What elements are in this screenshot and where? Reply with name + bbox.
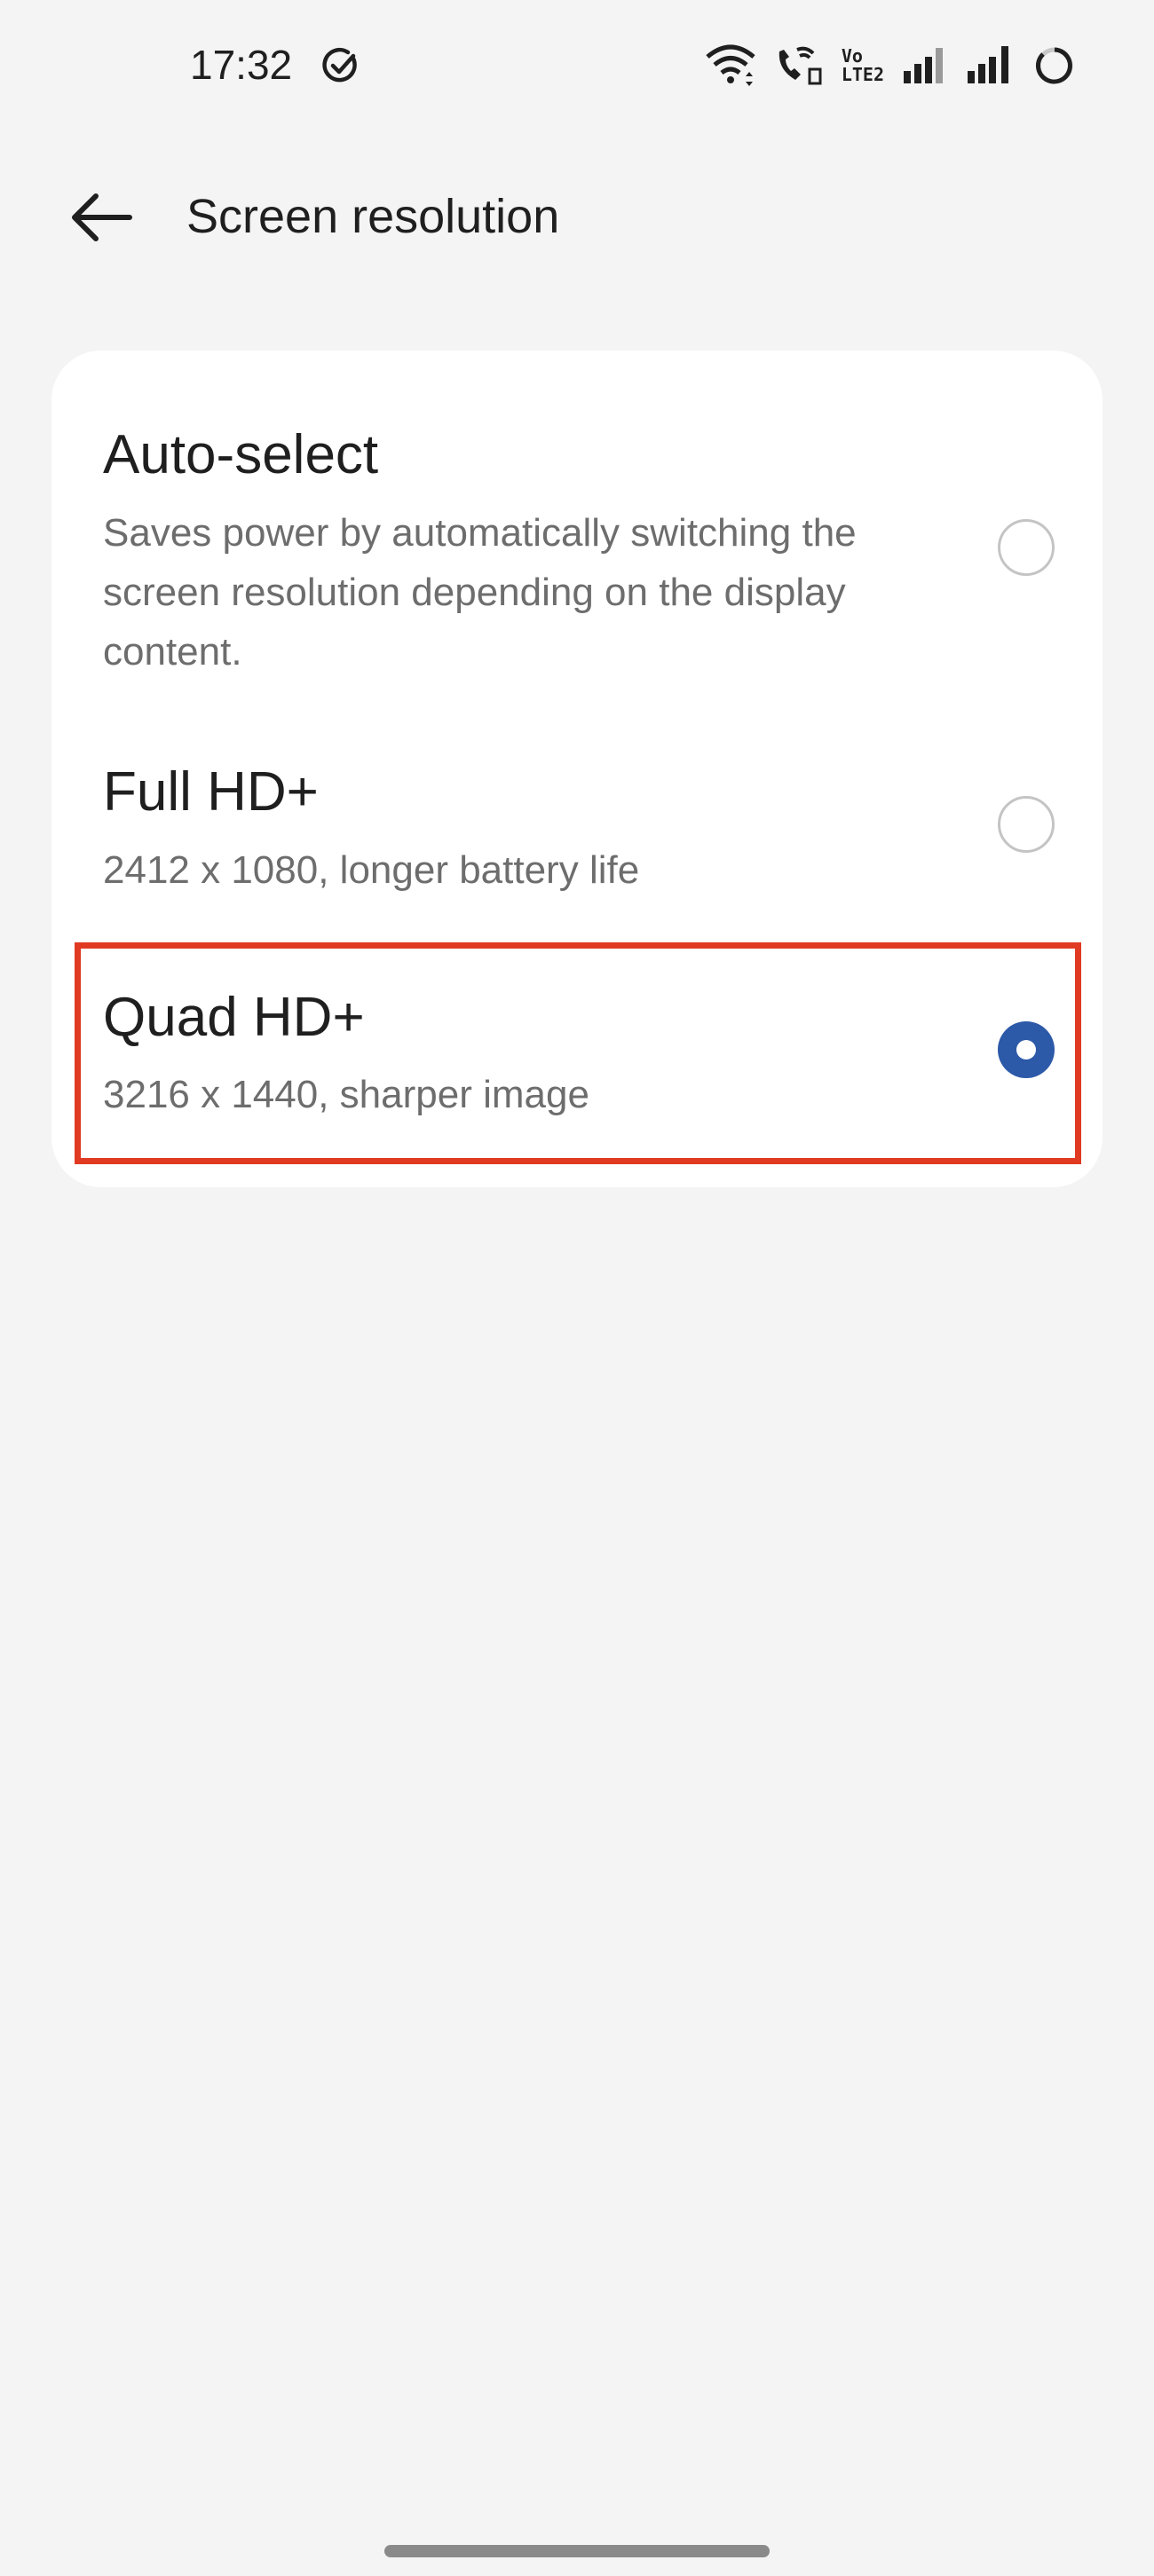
selection-highlight-box: [75, 942, 1081, 1164]
wifi-icon: [705, 43, 756, 89]
status-icons: Vo LTE2: [705, 43, 1076, 89]
status-time: 17:32: [190, 42, 293, 88]
page-title: Screen resolution: [186, 190, 560, 243]
signal-icon: [902, 43, 948, 89]
header: Screen resolution: [0, 173, 1154, 262]
option-auto-select[interactable]: Auto-select Saves power by automatically…: [51, 351, 1103, 689]
wifi-calling-icon: [774, 43, 824, 89]
battery-icon: [1033, 43, 1076, 89]
option-description: Saves power by automatically switching t…: [103, 511, 857, 674]
option-full-hd-plus[interactable]: Full HD+ 2412 x 1080, longer battery lif…: [51, 689, 1103, 929]
option-description: 2412 x 1080, longer battery life: [103, 848, 640, 892]
volte-label-bottom: LTE2: [841, 64, 884, 85]
back-button[interactable]: [64, 185, 142, 249]
volte-label-top: Vo: [841, 45, 863, 67]
option-title: Auto-select: [103, 424, 379, 485]
radio-button-full-hd-plus[interactable]: [998, 796, 1055, 853]
radio-button-auto-select[interactable]: [998, 519, 1055, 576]
volte-icon: Vo LTE2: [842, 43, 884, 89]
check-circle-icon: [321, 46, 360, 85]
option-title: Full HD+: [103, 761, 319, 823]
status-bar: 17:32 Vo LTE2: [0, 0, 1154, 133]
signal-icon: [966, 43, 1016, 89]
arrow-left-icon: [64, 193, 142, 253]
home-indicator[interactable]: [384, 2545, 770, 2557]
